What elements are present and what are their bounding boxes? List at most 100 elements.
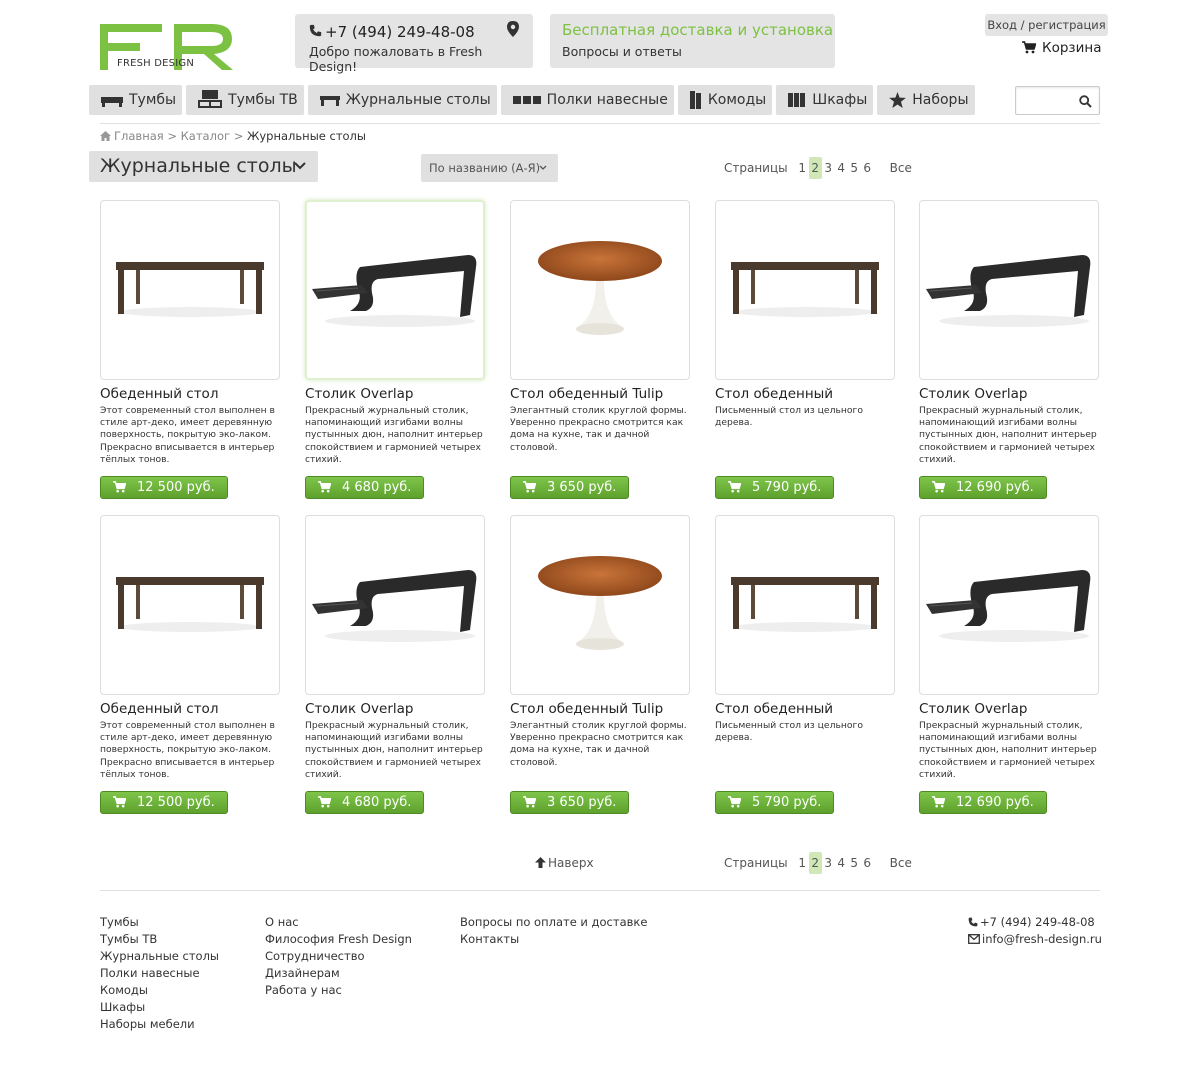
page-link-all[interactable]: Все [890, 856, 912, 870]
footer-link[interactable]: Дизайнерам [265, 965, 412, 982]
page-link[interactable]: 4 [835, 157, 848, 179]
nav-label: Полки навесные [546, 92, 668, 108]
nav-item-tumby-tv[interactable]: Тумбы ТВ [186, 85, 304, 115]
sort-dropdown[interactable]: По названию (А-Я) [421, 154, 558, 182]
product-name[interactable]: Обеденный стол [100, 386, 280, 402]
product-price: 12 690 руб. [956, 480, 1034, 495]
buy-button[interactable]: 12 690 руб. [919, 476, 1047, 499]
footer-link[interactable]: Тумбы [100, 914, 219, 931]
nav-item-wardrobes[interactable]: Шкафы [776, 85, 874, 115]
breadcrumb-sep: > [233, 129, 244, 143]
footer-link[interactable]: Вопросы по оплате и доставке [460, 914, 647, 931]
product-card[interactable]: Стол обеденный Письменный стол из цельног… [715, 515, 895, 815]
buy-button[interactable]: 12 500 руб. [100, 476, 228, 499]
nav-item-coffee-tables[interactable]: Журнальные столы [307, 85, 497, 115]
product-name[interactable]: Столик Overlap [919, 386, 1099, 402]
nav-item-sets[interactable]: Наборы [877, 85, 975, 115]
page-link[interactable]: 1 [796, 852, 809, 874]
cart-link[interactable]: Корзина [1022, 40, 1101, 56]
product-name[interactable]: Стол обеденный Tulip [510, 386, 690, 402]
footer-link[interactable]: Комоды [100, 982, 219, 999]
footer-link[interactable]: Шкафы [100, 999, 219, 1016]
page-link[interactable]: 4 [835, 852, 848, 874]
product-name[interactable]: Столик Overlap [305, 701, 485, 717]
buy-button[interactable]: 12 500 руб. [100, 791, 228, 814]
product-name[interactable]: Стол обеденный [715, 386, 895, 402]
product-card[interactable]: Столик Overlap Прекрасный журнальный стол… [919, 515, 1099, 815]
search-input[interactable] [1016, 87, 1076, 114]
footer-link[interactable]: Тумбы ТВ [100, 931, 219, 948]
product-image[interactable] [919, 200, 1099, 380]
footer-link[interactable]: Контакты [460, 931, 647, 948]
buy-button[interactable]: 3 650 руб. [510, 476, 630, 499]
page-link[interactable]: 3 [822, 852, 835, 874]
login-button[interactable]: Вход / регистрация [985, 14, 1108, 36]
nav-item-dressers[interactable]: Комоды [677, 85, 773, 115]
map-pin-icon[interactable] [507, 21, 519, 37]
product-name[interactable]: Стол обеденный Tulip [510, 701, 690, 717]
product-price: 4 680 руб. [342, 480, 412, 495]
page-link[interactable]: 5 [848, 157, 861, 179]
header-phone[interactable]: +7 (494) 249-48-08 [309, 23, 475, 41]
pagination-label: Страницы [724, 856, 788, 870]
search-icon[interactable] [1079, 95, 1092, 108]
page-link[interactable]: 5 [848, 852, 861, 874]
footer-link[interactable]: Наборы мебели [100, 1016, 219, 1033]
product-name[interactable]: Обеденный стол [100, 701, 280, 717]
product-card[interactable]: Столик Overlap Прекрасный журнальный стол… [919, 200, 1099, 500]
footer-link[interactable]: Полки навесные [100, 965, 219, 982]
nav-item-shelves[interactable]: Полки навесные [500, 85, 674, 115]
product-card[interactable]: Обеденный стол Этот современный стол выпо… [100, 200, 280, 500]
product-image[interactable] [100, 200, 280, 380]
sort-label: По названию (А-Я) [429, 161, 541, 175]
wardrobe-icon [788, 93, 806, 107]
footer-phone[interactable]: +7 (494) 249-48-08 [968, 914, 1102, 931]
page-link[interactable]: 6 [861, 157, 874, 179]
product-image[interactable] [715, 200, 895, 380]
page-link-active[interactable]: 2 [808, 157, 822, 179]
breadcrumb-catalog[interactable]: Каталог [181, 129, 230, 143]
breadcrumb-home[interactable]: Главная [114, 129, 164, 143]
cart-icon [728, 796, 742, 808]
back-to-top-link[interactable]: Наверх [535, 856, 594, 870]
cart-icon [523, 481, 537, 493]
footer-link[interactable]: Работа у нас [265, 982, 412, 999]
buy-button[interactable]: 5 790 руб. [715, 791, 835, 814]
page-link-active[interactable]: 2 [808, 852, 822, 874]
product-image[interactable] [100, 515, 280, 695]
buy-button[interactable]: 3 650 руб. [510, 791, 630, 814]
faq-link[interactable]: Вопросы и ответы [562, 44, 682, 59]
footer-email[interactable]: info@fresh-design.ru [968, 931, 1102, 948]
page-link[interactable]: 1 [796, 157, 809, 179]
product-image[interactable] [510, 515, 690, 695]
page-link[interactable]: 3 [822, 157, 835, 179]
product-name[interactable]: Столик Overlap [919, 701, 1099, 717]
footer-link[interactable]: Сотрудничество [265, 948, 412, 965]
buy-button[interactable]: 4 680 руб. [305, 476, 425, 499]
product-name[interactable]: Столик Overlap [305, 386, 485, 402]
product-image[interactable] [919, 515, 1099, 695]
page-link[interactable]: 6 [861, 852, 874, 874]
product-card[interactable]: Обеденный стол Этот современный стол выпо… [100, 515, 280, 815]
category-dropdown[interactable]: Журнальные столы [89, 151, 318, 182]
footer-link[interactable]: О нас [265, 914, 412, 931]
page-link-all[interactable]: Все [890, 161, 912, 175]
delivery-link[interactable]: Бесплатная доставка и установка [562, 21, 833, 39]
buy-button[interactable]: 12 690 руб. [919, 791, 1047, 814]
nav-item-tumby[interactable]: Тумбы [89, 85, 183, 115]
product-card[interactable]: Стол обеденный Письменный стол из цельног… [715, 200, 895, 500]
footer-link[interactable]: Философия Fresh Design [265, 931, 412, 948]
product-image[interactable] [305, 200, 485, 380]
nav-label: Комоды [707, 92, 767, 108]
product-card[interactable]: Столик Overlap Прекрасный журнальный стол… [305, 200, 485, 500]
buy-button[interactable]: 5 790 руб. [715, 476, 835, 499]
product-card[interactable]: Столик Overlap Прекрасный журнальный стол… [305, 515, 485, 815]
product-image[interactable] [510, 200, 690, 380]
product-image[interactable] [305, 515, 485, 695]
product-card[interactable]: Стол обеденный Tulip Элегантный столик кр… [510, 200, 690, 500]
product-card[interactable]: Стол обеденный Tulip Элегантный столик кр… [510, 515, 690, 815]
footer-link[interactable]: Журнальные столы [100, 948, 219, 965]
product-name[interactable]: Стол обеденный [715, 701, 895, 717]
product-image[interactable] [715, 515, 895, 695]
buy-button[interactable]: 4 680 руб. [305, 791, 425, 814]
